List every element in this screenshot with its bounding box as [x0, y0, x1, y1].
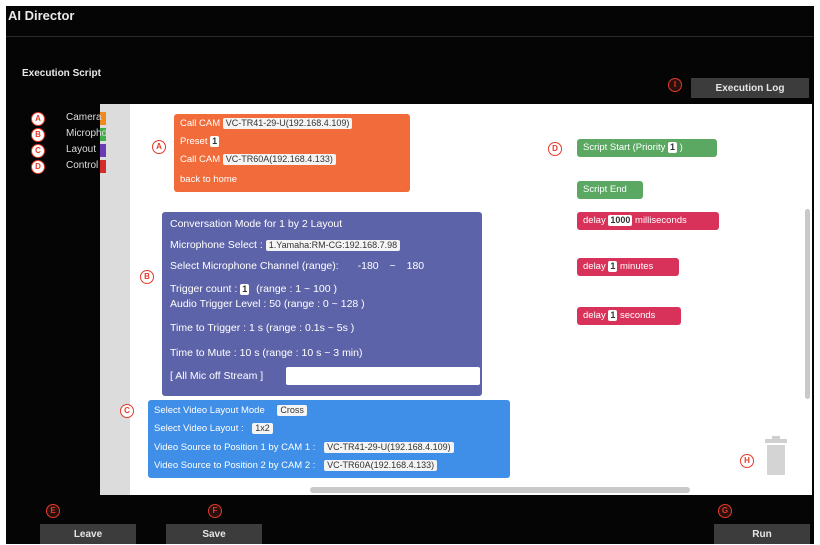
- position2-label: Video Source to Position 2 by CAM 2 :: [154, 460, 316, 471]
- annotation-badge-b: B: [140, 270, 154, 284]
- delay-minutes-block[interactable]: delay 1 minutes: [577, 258, 679, 276]
- layout-label: Select Video Layout :: [154, 423, 244, 434]
- block-canvas[interactable]: Call CAM VC-TR41-29-U(192.168.4.109) Pre…: [120, 104, 812, 495]
- video-layout-block[interactable]: Select Video Layout Mode Cross Select Vi…: [148, 400, 510, 478]
- script-end-block[interactable]: Script End: [577, 181, 643, 199]
- category-layout[interactable]: Layout: [66, 144, 96, 155]
- position1-dropdown[interactable]: VC-TR41-29-U(192.168.4.109): [324, 442, 454, 453]
- annotation-badge-a: A: [152, 140, 166, 154]
- annotation-badge-b-side: B: [31, 128, 45, 142]
- cam2-select[interactable]: VC-TR60A(192.168.4.133): [222, 154, 336, 165]
- annotation-badge-e: E: [46, 504, 60, 518]
- app-window: AI Director Execution Script I Execution…: [6, 6, 814, 544]
- mic-select-label: Microphone Select :: [170, 239, 263, 251]
- script-priority-value[interactable]: 1: [668, 142, 678, 153]
- mic-channel-min[interactable]: -180: [358, 260, 379, 272]
- annotation-badge-h: H: [740, 454, 754, 468]
- conversation-title: Conversation Mode for 1 by 2 Layout: [170, 218, 343, 230]
- script-workspace: A B C D Camera Microphone Layout Control…: [31, 104, 812, 495]
- leave-button[interactable]: Leave: [40, 524, 136, 544]
- script-start-close: ): [679, 142, 683, 153]
- delay-sec-label: delay: [583, 310, 606, 321]
- annotation-badge-c-side: C: [31, 144, 45, 158]
- conversation-mode-block[interactable]: Conversation Mode for 1 by 2 Layout Micr…: [162, 212, 482, 396]
- delay-ms-unit: milliseconds: [635, 215, 687, 226]
- trigger-count-range: (range : 1 ~ 100 ): [256, 283, 338, 295]
- layout-mode-label: Select Video Layout Mode: [154, 405, 265, 416]
- delay-min-label: delay: [583, 261, 606, 272]
- run-button[interactable]: Run: [714, 524, 810, 544]
- category-camera[interactable]: Camera: [66, 112, 102, 123]
- mic-channel-label: Select Microphone Channel (range):: [170, 260, 339, 272]
- all-mic-off-input[interactable]: [286, 367, 480, 385]
- annotation-badge-g: G: [718, 504, 732, 518]
- mic-channel-tilde: ~: [389, 260, 396, 272]
- control-category-color: [100, 160, 106, 173]
- call-cam-label: Call CAM: [180, 118, 221, 129]
- mic-channel-max[interactable]: 180: [407, 260, 425, 272]
- trigger-count-value[interactable]: 1: [240, 284, 250, 295]
- layout-dropdown[interactable]: 1x2: [252, 423, 273, 434]
- script-start-block[interactable]: Script Start (Priority 1 ): [577, 139, 717, 157]
- audio-trigger-level[interactable]: Audio Trigger Level : 50 (range : 0 ~ 12…: [170, 298, 365, 310]
- all-mic-off-label: [ All Mic off Stream ]: [170, 370, 264, 382]
- mic-select-dropdown[interactable]: 1.Yamaha:RM-CG:192.168.7.98: [265, 240, 401, 251]
- delay-seconds-block[interactable]: delay 1 seconds: [577, 307, 681, 325]
- position1-label: Video Source to Position 1 by CAM 1 :: [154, 442, 316, 453]
- annotation-badge-c: C: [120, 404, 134, 418]
- time-to-mute[interactable]: Time to Mute : 10 s (range : 10 s ~ 3 mi…: [170, 347, 362, 359]
- call-cam-label-2: Call CAM: [180, 154, 221, 165]
- camera-block[interactable]: Call CAM VC-TR41-29-U(192.168.4.109) Pre…: [174, 114, 410, 192]
- trigger-count-label: Trigger count :: [170, 283, 238, 295]
- delay-sec-unit: seconds: [620, 310, 656, 321]
- category-control[interactable]: Control: [66, 160, 98, 171]
- delay-ms-label: delay: [583, 215, 606, 226]
- delay-milliseconds-block[interactable]: delay 1000 milliseconds: [577, 212, 719, 230]
- annotation-badge-d: D: [548, 142, 562, 156]
- delay-sec-value[interactable]: 1: [608, 310, 618, 321]
- preset-label: Preset: [180, 136, 208, 147]
- title-divider: [6, 36, 814, 37]
- vertical-scrollbar[interactable]: [805, 209, 810, 399]
- save-button[interactable]: Save: [166, 524, 262, 544]
- annotation-badge-f: F: [208, 504, 222, 518]
- annotation-badge-i: I: [668, 78, 682, 92]
- app-title: AI Director: [8, 8, 75, 23]
- delay-min-value[interactable]: 1: [608, 261, 618, 272]
- category-microphone[interactable]: Microphone: [66, 128, 118, 139]
- delay-ms-value[interactable]: 1000: [608, 215, 633, 226]
- annotation-badge-d-side: D: [31, 160, 45, 174]
- section-title: Execution Script: [22, 68, 101, 79]
- delay-min-unit: minutes: [620, 261, 654, 272]
- execution-log-button[interactable]: Execution Log: [691, 78, 809, 98]
- annotation-badge-a-side: A: [31, 112, 45, 126]
- layout-category-color: [100, 144, 106, 157]
- time-to-trigger[interactable]: Time to Trigger : 1 s (range : 0.1s ~ 5s…: [170, 322, 354, 334]
- horizontal-scrollbar[interactable]: [310, 487, 690, 493]
- trash-icon[interactable]: [763, 436, 789, 476]
- preset-value[interactable]: 1: [210, 136, 220, 147]
- position2-dropdown[interactable]: VC-TR60A(192.168.4.133): [324, 460, 438, 471]
- layout-mode-dropdown[interactable]: Cross: [277, 405, 307, 416]
- cam1-select[interactable]: VC-TR41-29-U(192.168.4.109): [222, 118, 353, 129]
- back-home-label: back to home: [180, 174, 238, 185]
- script-start-label: Script Start (Priority: [583, 142, 666, 153]
